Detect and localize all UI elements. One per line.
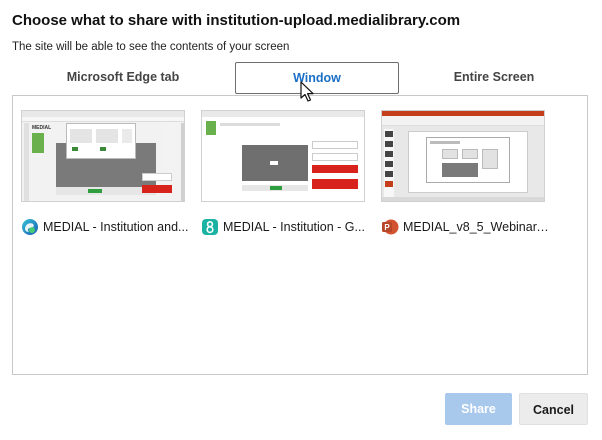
tab-microsoft-edge-tab[interactable]: Microsoft Edge tab (12, 62, 234, 92)
window-thumbnail (201, 110, 365, 202)
dialog-subtitle: The site will be able to see the content… (12, 41, 290, 53)
tab-window[interactable]: Window (235, 62, 399, 94)
window-thumbnail (381, 110, 545, 202)
mouse-pointer-icon (300, 81, 314, 102)
dialog-title: Choose what to share with institution-up… (12, 12, 461, 29)
window-option-medial[interactable]: MEDIAL - Institution - G... (201, 110, 367, 235)
window-list-panel: MEDIAL MEDIAL - Institution and... MEDIA… (12, 95, 588, 375)
cancel-button[interactable]: Cancel (519, 393, 588, 425)
window-option-edge[interactable]: MEDIAL MEDIAL - Institution and... (21, 110, 188, 235)
thumb-caption: MEDIAL (32, 125, 52, 131)
svg-text:P: P (384, 223, 390, 232)
window-title: MEDIAL - Institution - G... (223, 220, 365, 234)
window-title: MEDIAL_v8_5_Webinar.p... (403, 220, 549, 234)
window-title: MEDIAL - Institution and... (43, 220, 189, 234)
medial-app-icon (202, 219, 218, 235)
edge-icon (22, 219, 38, 235)
window-thumbnail: MEDIAL (21, 110, 185, 202)
tab-entire-screen[interactable]: Entire Screen (400, 62, 588, 92)
share-button[interactable]: Share (445, 393, 512, 425)
powerpoint-icon: P (382, 219, 399, 235)
window-option-powerpoint[interactable]: P MEDIAL_v8_5_Webinar.p... (381, 110, 549, 235)
